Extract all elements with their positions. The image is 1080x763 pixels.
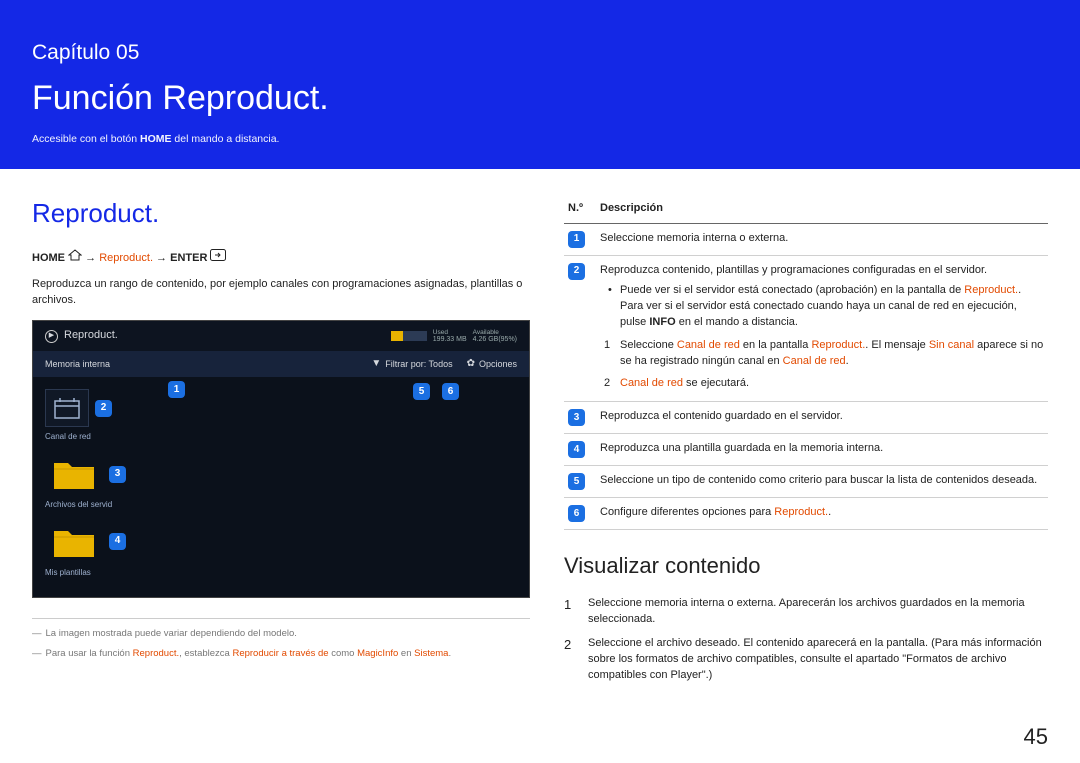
r2-s1-end: .: [846, 355, 849, 367]
breadcrumb-enter: ENTER: [170, 252, 207, 264]
footnote-rule: [32, 618, 530, 619]
r2-step-1: 1 Seleccione Canal de red en la pantalla…: [600, 335, 1044, 373]
fn2-mid: , establezca: [179, 648, 232, 659]
fn2-r3: MagicInfo: [357, 648, 398, 659]
footnote-2: ―Para usar la función Reproduct., establ…: [32, 647, 530, 661]
th-no: N.º: [564, 195, 596, 223]
step-1-num: 1: [564, 596, 578, 628]
row-marker-1: 1: [568, 231, 585, 248]
gear-icon: ✿: [467, 357, 475, 372]
tile-label-2: Canal de red: [45, 431, 517, 443]
avail-label: Available: [473, 329, 499, 336]
enter-icon: [210, 252, 226, 264]
description-table: N.º Descripción 1 Seleccione memoria int…: [564, 195, 1048, 531]
hero-sub-pre: Accesible con el botón: [32, 133, 140, 145]
th-desc: Descripción: [596, 195, 1048, 223]
fn2-pre: Para usar la función: [46, 648, 133, 659]
play-icon: ▶: [45, 330, 58, 343]
footnote-1-text: La imagen mostrada puede variar dependie…: [46, 628, 297, 639]
r6-r: Reproduct.: [774, 506, 828, 518]
hero-sub-bold: HOME: [140, 133, 172, 145]
fn2-r2: Reproducir a través de: [232, 648, 328, 659]
fn2-end: .: [448, 648, 451, 659]
funnel-icon: ▼: [371, 357, 381, 372]
intro-paragraph: Reproduzca un rango de contenido, por ej…: [32, 277, 530, 309]
step-2-text: Seleccione el archivo deseado. El conten…: [588, 636, 1048, 684]
heading-view-content: Visualizar contenido: [564, 550, 1048, 582]
r2-b1-r: Reproduct.: [964, 284, 1018, 296]
step-2-num: 2: [564, 636, 578, 684]
used-value: 199.33 MB: [433, 336, 467, 344]
row-marker-2: 2: [568, 263, 585, 280]
fn2-mid3: en: [398, 648, 414, 659]
row-desc-3: Reproduzca el contenido guardado en el s…: [596, 402, 1048, 434]
r2-s1-mid: en la pantalla: [740, 339, 812, 351]
page-title: Función Reproduct.: [32, 74, 1048, 123]
tile-label-3: Archivos del servid: [45, 499, 517, 511]
row-memory-label: Memoria interna: [45, 358, 110, 371]
avail-value: 4.26 GB(95%): [473, 336, 517, 344]
r2-step-2: 2 Canal de red se ejecutará.: [600, 373, 1044, 395]
row-marker-4: 4: [568, 441, 585, 458]
row-desc-1: Seleccione memoria interna o externa.: [596, 223, 1048, 255]
breadcrumb: HOME → Reproduct. → ENTER: [32, 249, 530, 267]
step-1: 1 Seleccione memoria interna o externa. A…: [564, 592, 1048, 632]
r2-b1-end: en el mando a distancia.: [676, 316, 798, 328]
callout-4: 4: [109, 533, 126, 550]
r2-s1-r2: Reproduct.: [811, 339, 865, 351]
footnote-1: ―La imagen mostrada puede variar dependi…: [32, 627, 530, 641]
filter-label: Filtrar por: Todos: [385, 358, 452, 371]
shot-title: Reproduct.: [64, 328, 118, 344]
filter-control: ▼ Filtrar por: Todos: [371, 357, 452, 372]
section-title-reproduct: Reproduct.: [32, 195, 530, 233]
r6-end: .: [828, 506, 831, 518]
used-label: Used: [433, 329, 448, 336]
r2-s1-r3: Sin canal: [929, 339, 974, 351]
tile-label-4: Mis plantillas: [45, 567, 517, 579]
player-screenshot: ▶ Reproduct. Used199.33 MB Available4.26…: [32, 320, 530, 598]
r2-s1-r4: Canal de red: [783, 355, 846, 367]
row-marker-6: 6: [568, 505, 585, 522]
r2-b1-bold: INFO: [649, 316, 675, 328]
step-1-text: Seleccione memoria interna o externa. Ap…: [588, 596, 1048, 628]
row-desc-6: Configure diferentes opciones para Repro…: [596, 498, 1048, 530]
callout-3: 3: [109, 466, 126, 483]
storage-meters: Used199.33 MB Available4.26 GB(95%): [391, 329, 517, 344]
hero-sub-post: del mando a distancia.: [171, 133, 279, 145]
r2-s2-n: 2: [604, 376, 610, 392]
view-content-steps: 1 Seleccione memoria interna o externa. A…: [564, 592, 1048, 688]
page-number: 45: [1024, 721, 1048, 753]
r2-bullet: Puede ver si el servidor está conectado …: [600, 279, 1044, 335]
r2-s1-n: 1: [604, 338, 610, 354]
r6-pre: Configure diferentes opciones para: [600, 506, 774, 518]
r2-s2-r: Canal de red: [620, 377, 683, 389]
fn2-r1: Reproduct.: [133, 648, 179, 659]
row-desc-4: Reproduzca una plantilla guardada en la …: [596, 434, 1048, 466]
r2-s1-r1: Canal de red: [677, 339, 740, 351]
options-control: ✿ Opciones: [467, 357, 517, 372]
chapter-label: Capítulo 05: [32, 38, 1048, 68]
r2-text: Reproduzca contenido, plantillas y progr…: [600, 263, 1044, 279]
hero-subtitle: Accesible con el botón HOME del mando a …: [32, 132, 1048, 147]
callout-2: 2: [95, 400, 112, 417]
row-marker-3: 3: [568, 409, 585, 426]
tile-my-templates: [45, 521, 103, 563]
home-icon: [68, 252, 85, 264]
r2-s1-mid2: . El mensaje: [865, 339, 929, 351]
breadcrumb-reproduct: Reproduct.: [99, 252, 153, 264]
row-desc-5: Seleccione un tipo de contenido como cri…: [596, 466, 1048, 498]
step-2: 2Seleccione el archivo deseado. El conte…: [564, 632, 1048, 688]
tile-network-channel: [45, 389, 89, 427]
options-label: Opciones: [479, 358, 517, 371]
row-marker-5: 5: [568, 473, 585, 490]
tile-server-files: [45, 453, 103, 495]
fn2-mid2: como: [329, 648, 358, 659]
hero-banner: Capítulo 05 Función Reproduct. Accesible…: [0, 0, 1080, 169]
row-desc-2: Reproduzca contenido, plantillas y progr…: [596, 255, 1048, 402]
breadcrumb-home: HOME: [32, 252, 65, 264]
r2-s2-post: se ejecutará.: [683, 377, 749, 389]
fn2-r4: Sistema: [414, 648, 448, 659]
r2-b1-pre: Puede ver si el servidor está conectado …: [620, 284, 964, 296]
r2-s1-pre: Seleccione: [620, 339, 677, 351]
